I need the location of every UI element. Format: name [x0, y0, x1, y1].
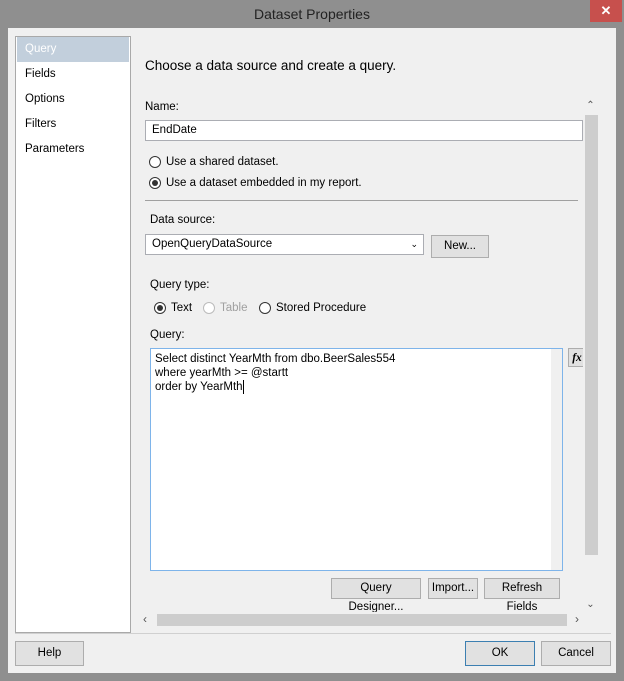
name-input[interactable]: EndDate [145, 120, 583, 141]
scrollbar-thumb[interactable] [585, 115, 598, 555]
sidebar-item-parameters[interactable]: Parameters [17, 137, 129, 162]
query-type-text-label: Text [171, 302, 193, 314]
query-type-table-label: Table [220, 302, 248, 314]
close-icon: ✕ [600, 3, 612, 18]
query-type-sp-radio[interactable] [259, 302, 271, 314]
query-type-table-radio [203, 302, 215, 314]
scroll-down-icon[interactable]: ⌄ [583, 599, 598, 610]
footer-divider [15, 633, 611, 634]
scroll-left-icon[interactable]: ‹ [139, 612, 151, 626]
query-line: Select distinct YearMth from dbo.BeerSal… [155, 353, 396, 365]
shared-dataset-radio[interactable] [149, 156, 161, 168]
query-designer-button[interactable]: Query Designer... [331, 578, 421, 613]
query-scrollbar[interactable] [551, 349, 562, 570]
query-type-text-radio[interactable] [154, 302, 166, 314]
sidebar-item-query[interactable]: Query [17, 37, 129, 62]
ok-button[interactable]: OK [465, 641, 535, 666]
data-source-select[interactable]: OpenQueryDataSource ⌄ [145, 234, 424, 255]
scroll-up-icon[interactable]: ⌃ [583, 100, 598, 111]
data-source-label: Data source: [150, 214, 216, 226]
scrollbar-thumb[interactable] [157, 614, 567, 626]
window-title: Dataset Properties [254, 6, 370, 22]
query-label: Query: [150, 329, 185, 341]
scroll-right-icon[interactable]: › [571, 612, 583, 626]
cancel-button[interactable]: Cancel [541, 641, 611, 666]
import-button[interactable]: Import... [428, 578, 478, 599]
sidebar-item-filters[interactable]: Filters [17, 112, 129, 137]
divider [145, 200, 578, 201]
query-line: order by YearMth [155, 380, 244, 394]
shared-dataset-label: Use a shared dataset. [166, 156, 279, 168]
chevron-down-icon: ⌄ [410, 239, 418, 249]
refresh-fields-button[interactable]: Refresh Fields [484, 578, 560, 613]
horizontal-scrollbar[interactable]: ‹ › [137, 612, 583, 627]
data-source-value: OpenQueryDataSource [152, 238, 273, 250]
sidebar-item-options[interactable]: Options [17, 87, 129, 112]
query-type-label: Query type: [150, 279, 210, 291]
help-button[interactable]: Help [15, 641, 84, 666]
close-button[interactable]: ✕ [590, 0, 622, 22]
query-type-sp-label: Stored Procedure [276, 302, 367, 314]
embedded-dataset-label: Use a dataset embedded in my report. [166, 177, 362, 189]
sidebar-item-fields[interactable]: Fields [17, 62, 129, 87]
query-line: where yearMth >= @startt [155, 367, 289, 379]
query-textarea[interactable]: Select distinct YearMth from dbo.BeerSal… [150, 348, 563, 571]
name-label: Name: [145, 101, 179, 113]
embedded-dataset-radio[interactable] [149, 177, 161, 189]
page-heading: Choose a data source and create a query. [145, 58, 397, 73]
new-button[interactable]: New... [431, 235, 489, 258]
vertical-scrollbar[interactable]: ⌃ ⌄ [583, 100, 598, 612]
sidebar: Query Fields Options Filters Parameters [15, 36, 131, 633]
